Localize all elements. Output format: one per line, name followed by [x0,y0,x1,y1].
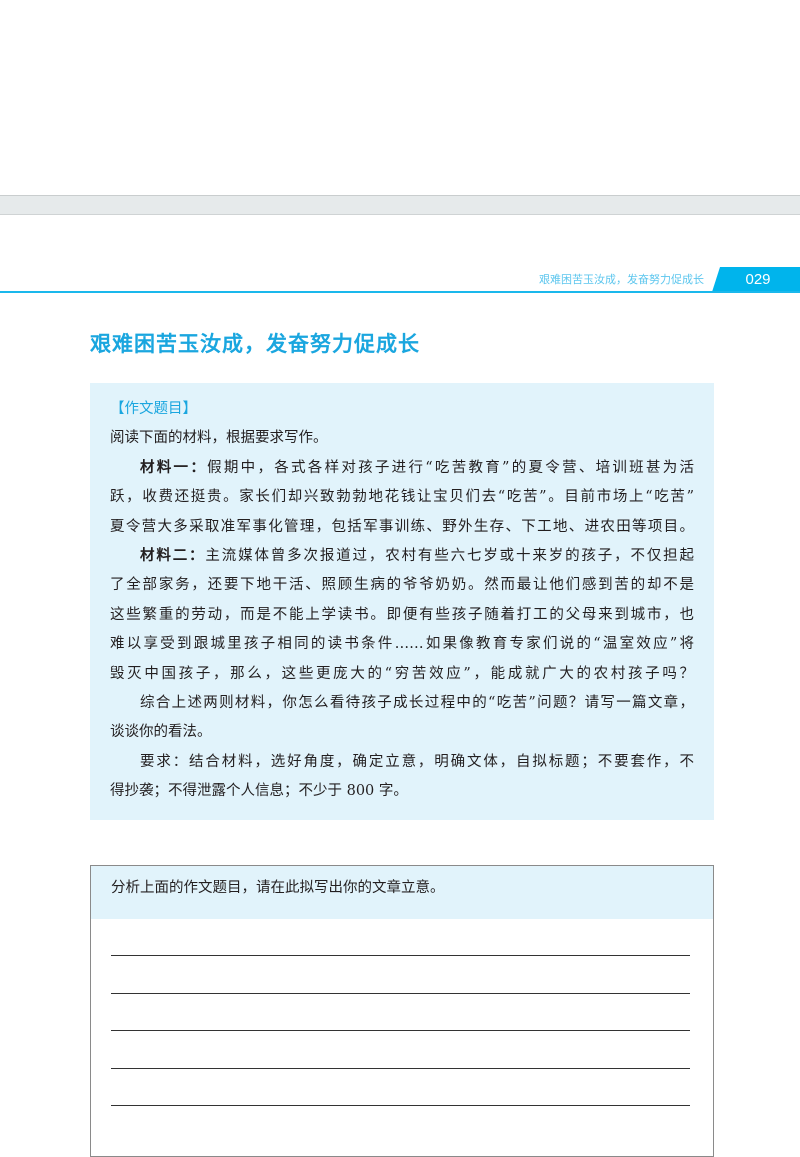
exercise-instruction: 分析上面的作文题目，请在此拟写出你的文章立意。 [91,866,713,919]
material2-line: 这些繁重的劳动，而是不能上学读书。即便有些孩子随着打工的父母来到城市，也 [110,606,694,623]
requirement-line: 要求：结合材料，选好角度，确定立意，明确文体，自拟标题；不要套作，不 [140,753,694,770]
writing-line[interactable] [111,993,690,994]
writing-line[interactable] [111,1105,690,1106]
requirement-line: 得抄袭；不得泄露个人信息；不少于 800 字。 [110,783,408,800]
material1-line: 夏令营大多采取准军事化管理，包括军事训练、野外生存、下工地、进农田等项目。 [110,518,694,535]
writing-line[interactable] [111,1030,690,1031]
material1-label: 材料一： [140,459,208,476]
material2-line: 毁灭中国孩子，那么，这些更庞大的“穷苦效应”，能成就广大的农村孩子吗？ [110,665,694,682]
essay-prompt-box: 【作文题目】 阅读下面的材料，根据要求写作。 材料一：假期中，各式各样对孩子进行… [90,383,714,820]
writing-exercise-box: 分析上面的作文题目，请在此拟写出你的文章立意。 [90,865,714,1157]
material1-line: 材料一：假期中，各式各样对孩子进行“吃苦教育”的夏令营、培训班甚为活 [140,459,695,476]
task-line: 综合上述两则材料，你怎么看待孩子成长过程中的“吃苦”问题？请写一篇文章， [140,694,694,711]
material2-line: 了全部家务，还要下地干活、照顾生病的爷爷奶奶。然而最让他们感到苦的却不是 [110,577,694,594]
writing-line[interactable] [111,955,690,956]
page-title: 艰难困苦玉汝成，发奋努力促成长 [90,332,420,356]
running-header: 艰难困苦玉汝成，发奋努力促成长 [539,274,704,286]
task-line: 谈谈你的看法。 [110,724,212,741]
material1-line: 跃，收费还挺贵。家长们却兴致勃勃地花钱让宝贝们去“吃苦”。目前市场上“吃苦” [110,489,694,506]
prompt-heading: 【作文题目】 [110,401,197,417]
writing-line[interactable] [111,1068,690,1069]
material2-line: 材料二：主流媒体曾多次报道过，农村有些六七岁或十来岁的孩子，不仅担起 [140,547,695,564]
header-rule [0,291,800,293]
page-separator [0,195,800,215]
material2-line: 难以享受到跟城里孩子相同的读书条件……如果像教育专家们说的“温室效应”将 [110,636,694,653]
page-number: 029 [712,267,800,292]
prompt-intro: 阅读下面的材料，根据要求写作。 [110,430,328,447]
material2-label: 材料二： [140,547,206,564]
